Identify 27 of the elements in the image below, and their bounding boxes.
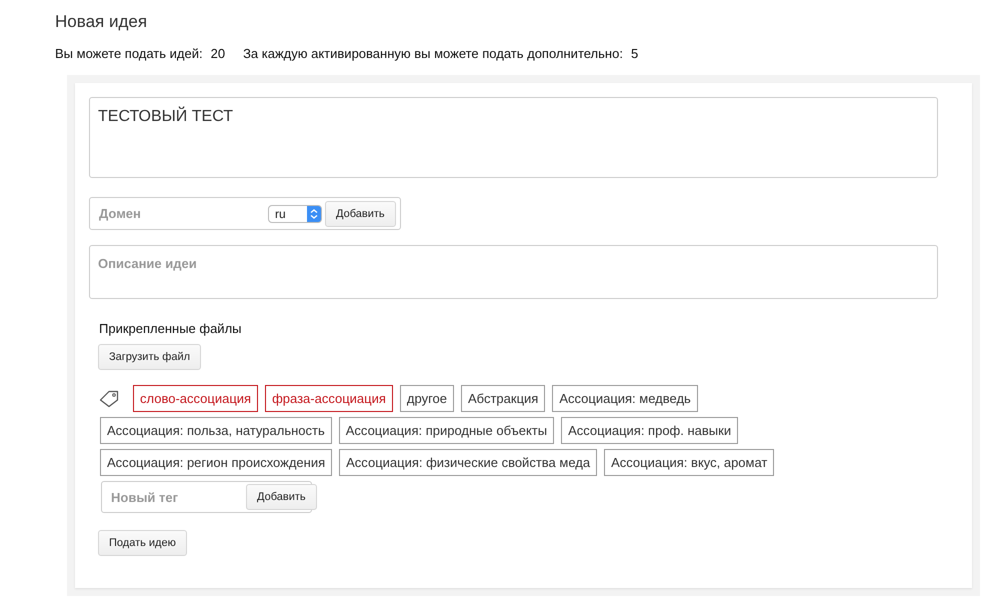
add-tag-button[interactable]: Добавить	[246, 484, 317, 510]
tag-chip[interactable]: Ассоциация: физические свойства меда	[339, 449, 598, 476]
description-field[interactable]: Описание идеи	[89, 245, 938, 299]
title-field[interactable]: ТЕСТОВЫЙ ТЕСТ	[89, 97, 938, 178]
upload-button[interactable]: Загрузить файл	[98, 344, 202, 370]
domain-field[interactable]: Домен ru Добавить	[89, 197, 401, 230]
limit-label: За каждую активированную вы можете подать дополнительно:	[243, 46, 623, 61]
limit-value: 5	[630, 46, 638, 61]
tag-icon	[99, 390, 119, 408]
domain-select[interactable]: ru	[268, 204, 322, 222]
submit-button[interactable]: Подать идею	[98, 530, 187, 556]
tag-chip[interactable]: Ассоциация: медведь	[552, 385, 698, 412]
page-heading: Новая идея	[55, 12, 148, 32]
tag-chip[interactable]: Ассоциация: проф. навыки	[561, 417, 738, 444]
attachments-label: Прикрепленные файлы	[99, 321, 242, 336]
tag-chip[interactable]: Ассоциация: польза, натуральность	[100, 417, 332, 444]
tag-chip[interactable]: Ассоциация: регион происхождения	[100, 449, 332, 476]
stepper-icon	[307, 206, 321, 222]
tag-chip[interactable]: слово-ассоциация	[133, 385, 258, 412]
limit-label: Вы можете подать идей:	[55, 46, 203, 61]
tag-chip[interactable]: Ассоциация: природные объекты	[338, 417, 554, 444]
tag-chip[interactable]: Абстракция	[461, 385, 546, 412]
add-domain-button[interactable]: Добавить	[325, 200, 396, 226]
limit-value: 20	[210, 46, 226, 61]
tag-chip[interactable]: Ассоциация: вкус, аромат	[604, 449, 774, 476]
tag-chip[interactable]: фраза-ассоциация	[265, 385, 393, 412]
tag-chip[interactable]: другое	[400, 385, 454, 412]
